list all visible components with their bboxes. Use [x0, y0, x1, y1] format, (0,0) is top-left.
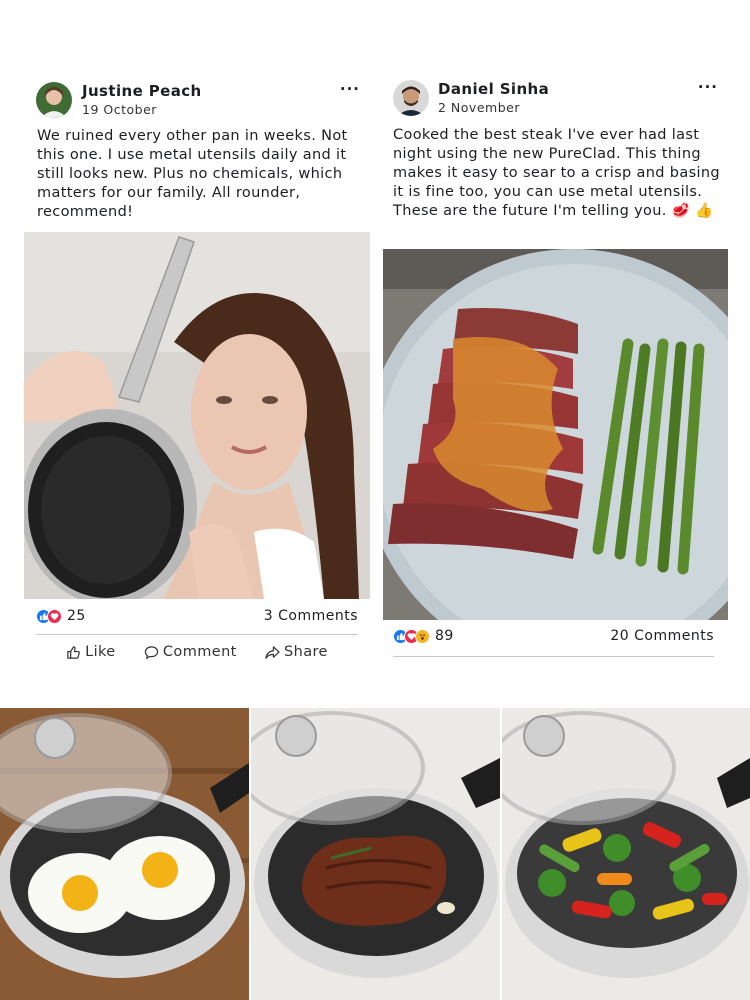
reaction-count: 25 [67, 608, 86, 624]
comment-label: Comment [162, 644, 237, 660]
reaction-summary[interactable]: 25 [36, 608, 86, 624]
product-image-eggs[interactable] [0, 708, 249, 1000]
post-text: Cooked the best steak I've ever had last… [393, 127, 720, 219]
comments-count[interactable]: 3 Comments [264, 608, 358, 624]
post-text: We ruined every other pan in weeks. Not … [37, 128, 348, 220]
more-options-icon[interactable]: ··· [698, 78, 718, 96]
author-name[interactable]: Daniel Sinha [438, 80, 549, 98]
post-card-justine: Justine Peach 19 October ··· We ruined e… [24, 72, 370, 672]
like-button[interactable]: Like [66, 644, 116, 660]
share-label: Share [284, 644, 328, 660]
post-header: Daniel Sinha 2 November ··· [383, 70, 728, 120]
heart-icon [47, 608, 62, 624]
like-icon [67, 645, 80, 659]
author-name[interactable]: Justine Peach [82, 82, 202, 100]
wow-face-icon [415, 628, 430, 644]
more-options-icon[interactable]: ··· [340, 80, 360, 98]
product-image-vegetables[interactable] [502, 708, 750, 1000]
post-header: Justine Peach 19 October ··· [24, 72, 370, 122]
post-photo[interactable] [24, 232, 370, 599]
post-photo[interactable] [383, 249, 728, 620]
share-icon [265, 645, 280, 659]
post-actions: Like Comment Share [24, 644, 370, 660]
comment-icon [144, 645, 159, 659]
like-label: Like [85, 644, 116, 660]
reaction-summary[interactable]: 89 [393, 628, 454, 644]
avatar[interactable] [36, 82, 72, 118]
share-button[interactable]: Share [265, 644, 328, 660]
post-card-daniel: Daniel Sinha 2 November ··· Cooked the b… [383, 70, 728, 675]
reaction-count: 89 [435, 628, 454, 644]
avatar[interactable] [393, 80, 429, 116]
post-date[interactable]: 2 November [438, 100, 520, 115]
comments-count[interactable]: 20 Comments [610, 628, 714, 644]
divider [393, 656, 714, 657]
post-date[interactable]: 19 October [82, 102, 157, 117]
divider [36, 634, 358, 635]
product-image-steak[interactable] [251, 708, 500, 1000]
comment-button[interactable]: Comment [144, 644, 237, 660]
